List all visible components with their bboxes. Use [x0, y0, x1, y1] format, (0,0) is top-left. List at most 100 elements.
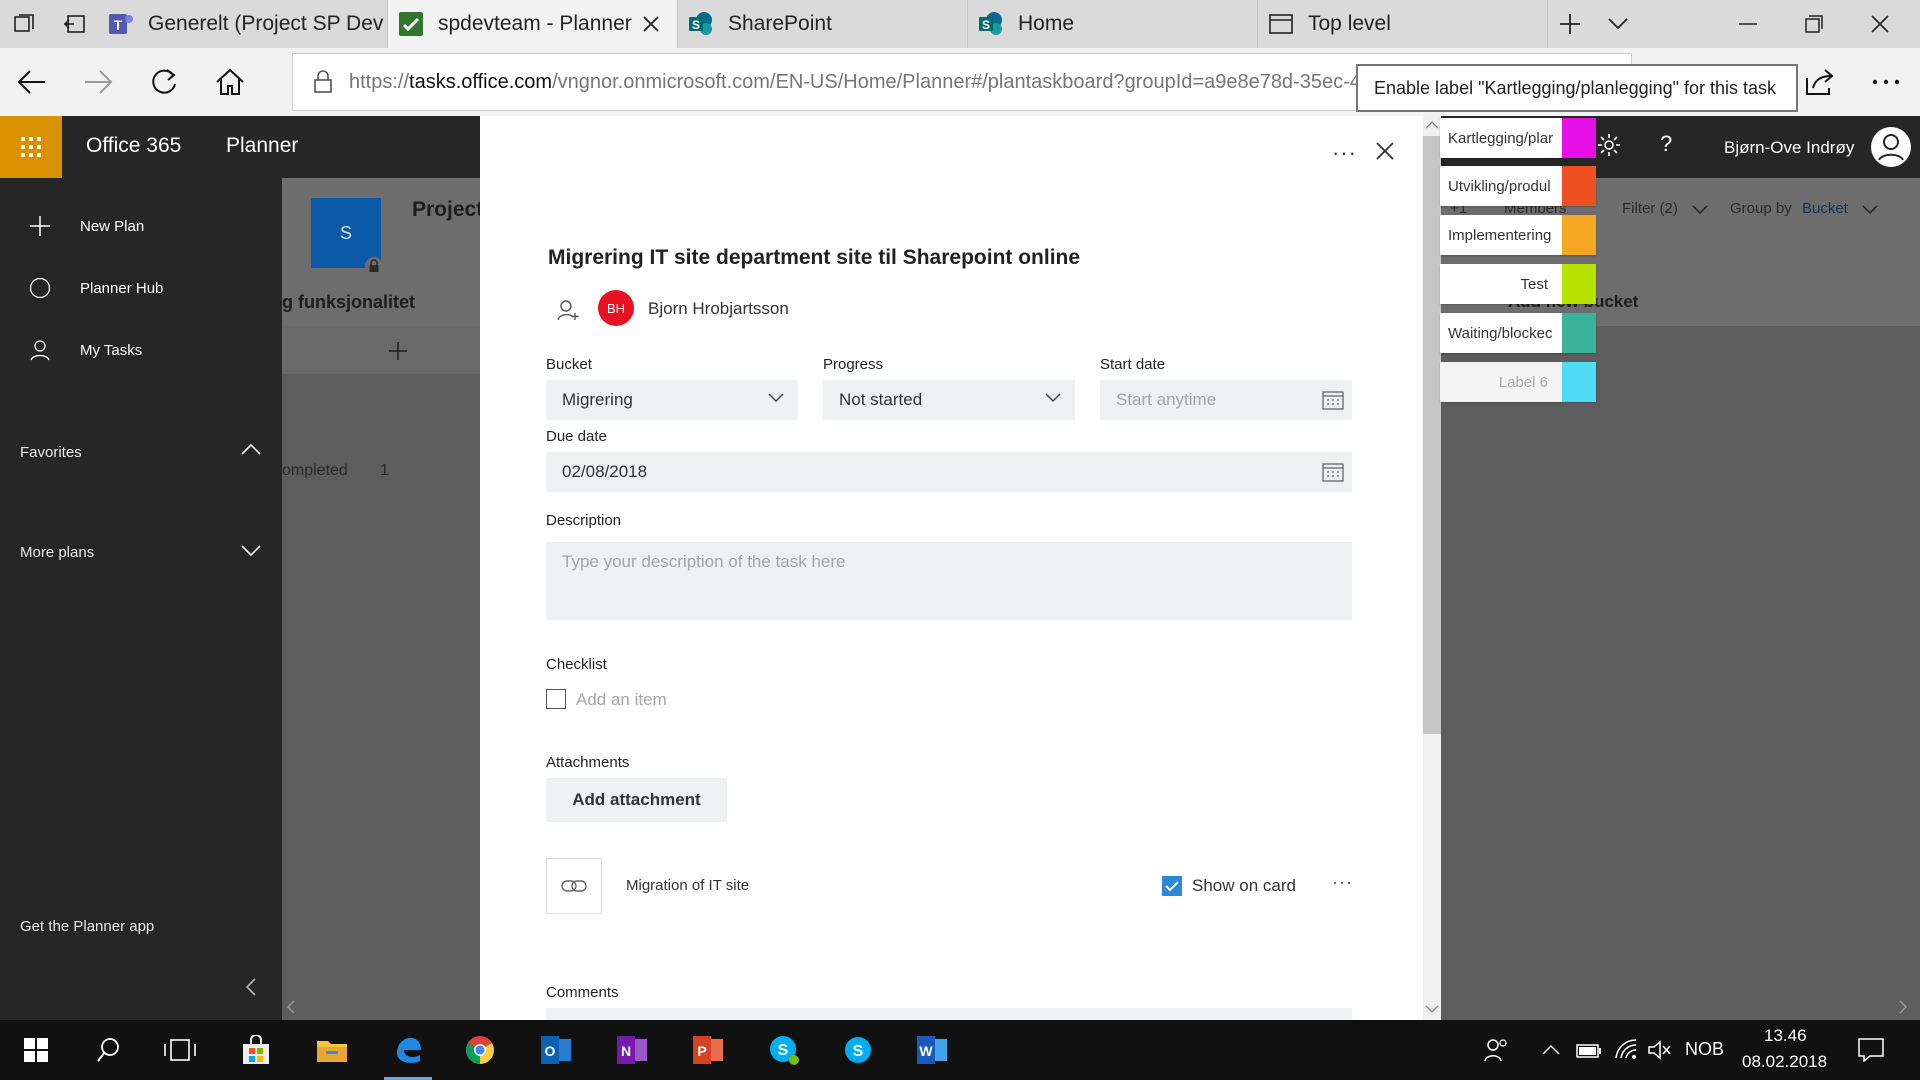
- show-on-card-label[interactable]: Show on card: [1192, 876, 1296, 896]
- show-on-card-checkbox[interactable]: [1162, 876, 1182, 896]
- powerpoint-icon[interactable]: P: [680, 1026, 736, 1074]
- back-icon[interactable]: [8, 58, 56, 106]
- skype-business-icon[interactable]: S: [756, 1026, 812, 1074]
- progress-select[interactable]: Not started: [823, 380, 1075, 420]
- collapse-nav-icon[interactable]: [246, 978, 256, 996]
- add-task-icon[interactable]: [388, 341, 408, 361]
- label-swatch[interactable]: [1562, 313, 1596, 353]
- comment-field[interactable]: [546, 1008, 1352, 1020]
- suite-title[interactable]: Office 365: [86, 134, 181, 158]
- add-attachment-button[interactable]: Add attachment: [546, 778, 727, 822]
- action-center-icon[interactable]: [1858, 1038, 1884, 1062]
- plan-title[interactable]: Project: [412, 198, 483, 222]
- bucket-select[interactable]: Migrering: [546, 380, 798, 420]
- task-title[interactable]: Migrering IT site department site til Sh…: [548, 246, 1080, 270]
- task-more-icon[interactable]: ···: [1332, 140, 1357, 166]
- label-swatch[interactable]: [1562, 264, 1596, 304]
- user-avatar-icon[interactable]: [1870, 126, 1912, 168]
- restore-icon[interactable]: [1790, 0, 1838, 48]
- tab-preview-chevron-icon[interactable]: [1594, 0, 1642, 48]
- more-plans-heading[interactable]: More plans: [20, 544, 94, 561]
- group-by-label[interactable]: Group by: [1730, 200, 1792, 217]
- group-by-value[interactable]: Bucket: [1802, 200, 1848, 217]
- scroll-up-icon[interactable]: [1425, 120, 1439, 130]
- completed-label[interactable]: ompleted: [282, 462, 348, 480]
- start-date-field[interactable]: Start anytime: [1100, 380, 1352, 420]
- due-date-field[interactable]: 02/08/2018: [546, 452, 1352, 492]
- scroll-down-icon[interactable]: [1425, 1004, 1439, 1014]
- browser-tab-sharepoint[interactable]: S SharePoint: [678, 0, 968, 48]
- set-tabs-aside-icon[interactable]: [50, 0, 98, 48]
- due-date-label: Due date: [546, 428, 607, 445]
- user-name[interactable]: Bjørn-Ove Indrøy: [1724, 138, 1854, 158]
- close-window-icon[interactable]: [1856, 0, 1904, 48]
- store-icon[interactable]: [228, 1026, 284, 1074]
- favorites-heading[interactable]: Favorites: [20, 444, 82, 461]
- close-tab-icon[interactable]: [639, 12, 663, 36]
- label-swatch[interactable]: [1562, 362, 1596, 402]
- search-icon[interactable]: [80, 1026, 136, 1074]
- get-app-link[interactable]: Get the Planner app: [20, 918, 154, 935]
- clock-date[interactable]: 08.02.2018: [1742, 1052, 1827, 1072]
- start-icon[interactable]: [8, 1026, 64, 1074]
- clock-time[interactable]: 13.46: [1764, 1026, 1807, 1046]
- filter-button[interactable]: Filter (2): [1622, 200, 1678, 217]
- app-title[interactable]: Planner: [226, 134, 298, 158]
- refresh-icon[interactable]: [140, 58, 188, 106]
- tabs-aside-icon[interactable]: [0, 0, 48, 48]
- volume-muted-icon[interactable]: [1648, 1040, 1672, 1060]
- settings-gear-icon[interactable]: [1596, 132, 1622, 158]
- battery-icon[interactable]: [1576, 1044, 1602, 1058]
- task-view-icon[interactable]: [152, 1026, 208, 1074]
- bucket-title[interactable]: g funksjonalitet: [282, 292, 415, 313]
- scroll-left-icon[interactable]: [286, 1000, 296, 1014]
- planner-hub-link[interactable]: Planner Hub: [0, 268, 282, 308]
- label-swatch[interactable]: [1562, 215, 1596, 255]
- assign-person-icon[interactable]: [556, 298, 580, 322]
- more-icon[interactable]: [1862, 58, 1910, 106]
- description-label: Description: [546, 512, 622, 529]
- forward-icon[interactable]: [74, 58, 122, 106]
- checklist-checkbox[interactable]: [546, 689, 566, 709]
- edge-icon[interactable]: [380, 1026, 436, 1080]
- home-icon[interactable]: [206, 58, 254, 106]
- progress-value: Not started: [839, 390, 923, 409]
- file-explorer-icon[interactable]: [304, 1026, 360, 1074]
- label-swatch[interactable]: [1562, 118, 1596, 158]
- outlook-icon[interactable]: O: [528, 1026, 584, 1074]
- scroll-right-icon[interactable]: [1898, 1000, 1908, 1014]
- input-language[interactable]: NOB: [1685, 1039, 1724, 1060]
- share-icon[interactable]: [1796, 58, 1844, 106]
- calendar-icon[interactable]: [1322, 390, 1344, 410]
- chevron-up-icon[interactable]: [1542, 1044, 1560, 1056]
- chevron-up-icon[interactable]: [240, 442, 262, 456]
- description-field[interactable]: Type your description of the task here: [546, 542, 1352, 620]
- people-icon[interactable]: [1484, 1038, 1510, 1062]
- minimize-icon[interactable]: [1724, 0, 1772, 48]
- attachment-name[interactable]: Migration of IT site: [626, 877, 749, 894]
- assignee-avatar[interactable]: BH: [598, 290, 634, 326]
- browser-tab-planner[interactable]: spdevteam - Planner: [388, 0, 678, 48]
- browser-tab-home[interactable]: S Home: [968, 0, 1258, 48]
- label-swatch[interactable]: [1562, 166, 1596, 206]
- close-dialog-icon[interactable]: [1376, 142, 1394, 160]
- word-icon[interactable]: W: [904, 1026, 960, 1074]
- checklist-add-item[interactable]: Add an item: [576, 690, 667, 710]
- chrome-icon[interactable]: [452, 1026, 508, 1074]
- dialog-scroll-thumb[interactable]: [1423, 136, 1441, 734]
- skype-icon[interactable]: S: [830, 1026, 886, 1074]
- app-launcher-icon[interactable]: [0, 116, 62, 178]
- browser-tab-top-level[interactable]: Top level: [1258, 0, 1548, 48]
- wifi-icon[interactable]: [1614, 1038, 1638, 1060]
- chevron-down-icon[interactable]: [240, 544, 262, 558]
- my-tasks-link[interactable]: My Tasks: [0, 330, 282, 370]
- link-attachment-icon[interactable]: [546, 858, 602, 914]
- browser-tab-teams[interactable]: T Generelt (Project SP Dev Te: [98, 0, 388, 48]
- attachment-more-icon[interactable]: ···: [1332, 872, 1353, 893]
- calendar-icon[interactable]: [1322, 462, 1344, 482]
- new-plan-link[interactable]: New Plan: [0, 206, 282, 246]
- assignee-name[interactable]: Bjorn Hrobjartsson: [648, 299, 789, 319]
- help-icon[interactable]: ?: [1660, 131, 1672, 157]
- onenote-icon[interactable]: N: [604, 1026, 660, 1074]
- new-tab-icon[interactable]: [1546, 0, 1594, 48]
